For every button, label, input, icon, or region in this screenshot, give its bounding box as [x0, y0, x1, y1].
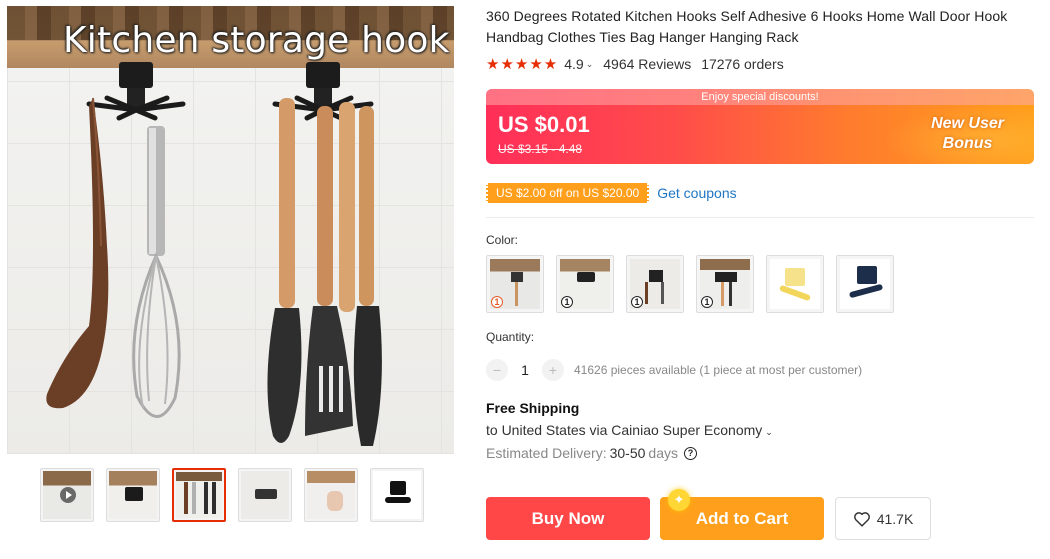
shipping-method[interactable]: to United States via Cainiao Super Econo…	[486, 422, 1034, 438]
color-option-yellow[interactable]	[766, 255, 824, 313]
get-coupons-link[interactable]: Get coupons	[657, 185, 736, 201]
quantity-stepper: − 1 + 41626 pieces available (1 piece at…	[486, 358, 1034, 382]
sparkle-icon: ✦	[668, 489, 690, 511]
rating-stars: ★★★★★	[486, 56, 559, 73]
chevron-down-icon[interactable]: ⌄	[586, 59, 594, 70]
bonus-line-2: Bonus	[942, 135, 993, 152]
current-price: US $0.01	[498, 112, 590, 137]
color-option-2[interactable]: 1	[556, 255, 614, 313]
estimated-delivery-unit: days	[648, 445, 678, 461]
estimated-delivery: Estimated Delivery: 30-50 days ?	[486, 445, 1034, 461]
thumbnail-strip	[40, 468, 424, 522]
thumbnail-hook-closeup[interactable]	[238, 468, 292, 522]
number-badge: 1	[701, 296, 713, 308]
image-caption: Kitchen storage hook	[63, 20, 450, 61]
quantity-input[interactable]: 1	[508, 362, 542, 378]
price-banner: Enjoy special discounts! US $0.01 US $3.…	[486, 89, 1034, 164]
color-option-1[interactable]: 1	[486, 255, 544, 313]
coupon-row: US $2.00 off on US $20.00 Get coupons	[486, 182, 1034, 204]
bonus-line-1: New User	[931, 115, 1004, 132]
quantity-label: Quantity:	[486, 330, 535, 344]
wishlist-button[interactable]: 41.7K	[835, 497, 931, 540]
chevron-down-icon: ⌄	[765, 427, 773, 437]
quantity-increase-button[interactable]: +	[542, 359, 564, 381]
shipping-title: Free Shipping	[486, 400, 580, 416]
color-option-4[interactable]: 1	[696, 255, 754, 313]
add-to-cart-button[interactable]: ✦ Add to Cart	[660, 489, 824, 540]
play-icon	[60, 487, 76, 503]
color-option-black[interactable]	[836, 255, 894, 313]
thumbnail-utensils[interactable]	[172, 468, 226, 522]
number-badge: 1	[631, 296, 643, 308]
action-buttons: Buy Now ✦ Add to Cart 41.7K	[486, 489, 931, 540]
buy-now-button[interactable]: Buy Now	[486, 497, 650, 540]
discount-banner-text: Enjoy special discounts!	[486, 89, 1034, 105]
orders-count: 17276 orders	[701, 56, 784, 72]
product-info: 360 Degrees Rotated Kitchen Hooks Self A…	[486, 6, 1034, 461]
number-badge: 1	[491, 296, 503, 308]
shipping-method-text: to United States via Cainiao Super Econo…	[486, 422, 763, 438]
thumbnail-video[interactable]	[40, 468, 94, 522]
new-user-bonus[interactable]: New User Bonus	[931, 114, 1004, 154]
thumbnail-hook-hand[interactable]	[304, 468, 358, 522]
main-product-image[interactable]: Kitchen storage hook	[7, 6, 454, 454]
rating-row: ★★★★★ 4.9 ⌄ 4964 Reviews 17276 orders	[486, 54, 1034, 74]
color-swatches: 1 1 1 1	[486, 255, 1034, 313]
original-price: US $3.15 - 4.48	[498, 142, 583, 156]
thumbnail-hook-black[interactable]	[370, 468, 424, 522]
heart-icon	[853, 511, 870, 527]
help-icon[interactable]: ?	[683, 446, 697, 460]
number-badge: 1	[561, 296, 573, 308]
hook-illustration	[46, 62, 382, 446]
divider	[486, 217, 1034, 218]
add-to-cart-label: Add to Cart	[695, 509, 789, 528]
reviews-link[interactable]: 4964 Reviews	[603, 56, 691, 72]
product-title: 360 Degrees Rotated Kitchen Hooks Self A…	[486, 8, 1008, 45]
color-option-3[interactable]: 1	[626, 255, 684, 313]
rating-value[interactable]: 4.9	[564, 56, 583, 72]
estimated-delivery-label: Estimated Delivery:	[486, 445, 607, 461]
color-label: Color:	[486, 233, 519, 247]
coupon-badge[interactable]: US $2.00 off on US $20.00	[486, 183, 650, 203]
estimated-delivery-days: 30-50	[609, 445, 646, 461]
quantity-decrease-button[interactable]: −	[486, 359, 508, 381]
availability-text: 41626 pieces available (1 piece at most …	[574, 363, 863, 377]
wishlist-count: 41.7K	[876, 510, 914, 527]
thumbnail-hook-shelf[interactable]	[106, 468, 160, 522]
